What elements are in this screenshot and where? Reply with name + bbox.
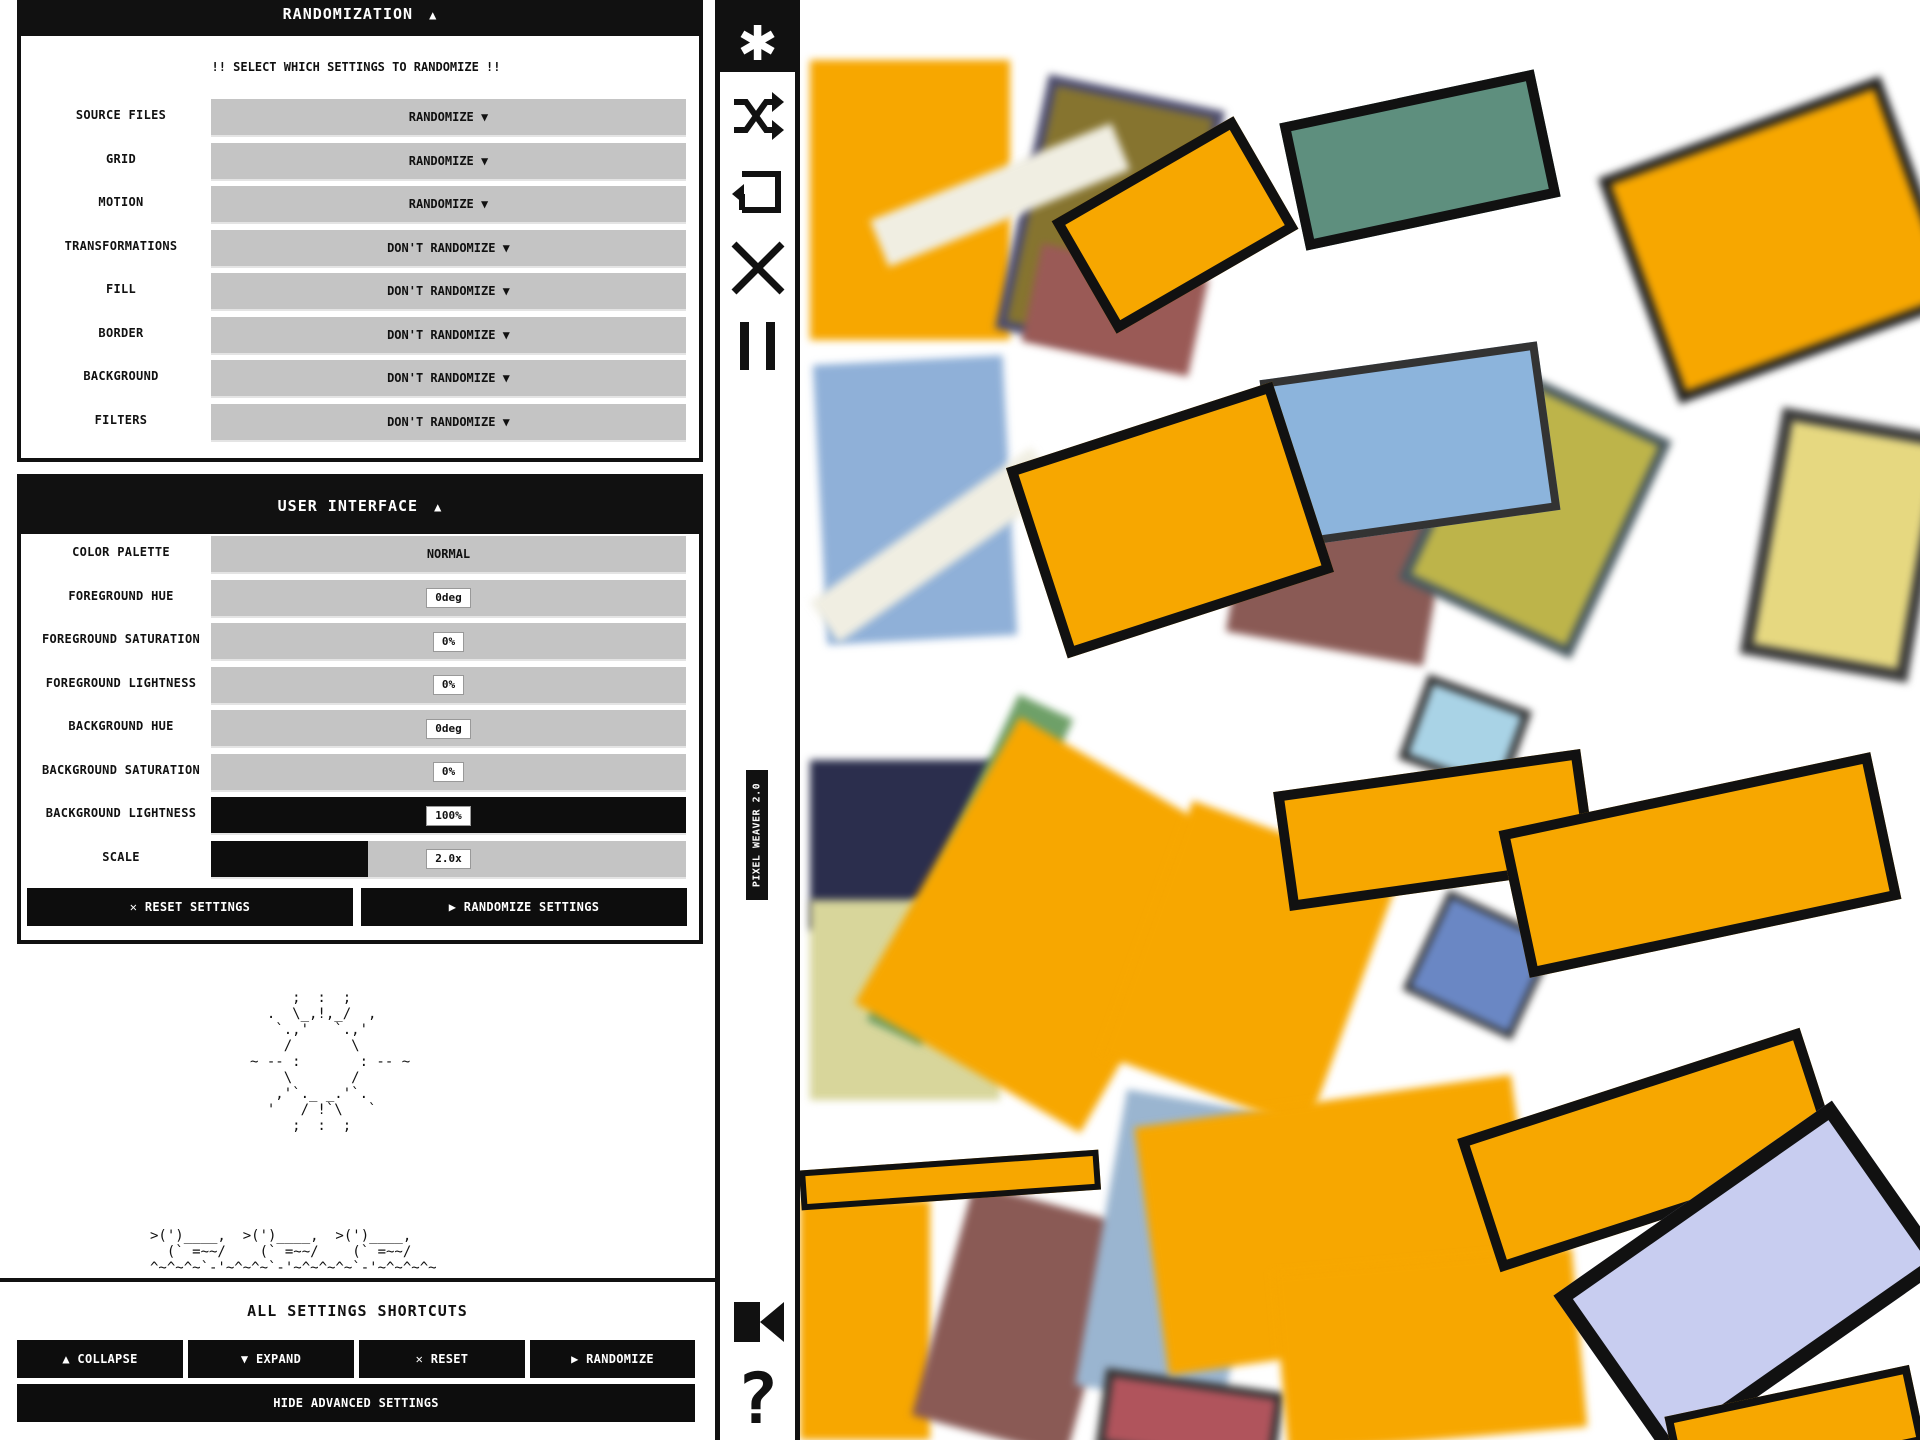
help-icon[interactable]: ?: [720, 1364, 795, 1434]
canvas-shape: [800, 1200, 930, 1440]
user-interface-header[interactable]: USER INTERFACE ▲: [21, 478, 699, 534]
ascii-ducks: >(')____, >(')____, >(')____, (` =~~/ (`…: [150, 1228, 437, 1276]
canvas-shape: [1095, 1367, 1285, 1440]
randomization-row: FILTERS DON'T RANDOMIZE ▼: [21, 402, 691, 442]
ui-slider[interactable]: 0deg: [211, 579, 686, 618]
setting-label: BACKGROUND HUE: [68, 719, 174, 733]
ui-slider[interactable]: 0%: [211, 666, 686, 705]
randomize-dropdown[interactable]: DON'T RANDOMIZE ▼: [211, 360, 686, 398]
canvas-shape: [1272, 1247, 1588, 1440]
randomize-settings-button[interactable]: ▶ RANDOMIZE SETTINGS: [361, 888, 687, 926]
setting-label: BORDER: [98, 325, 144, 340]
setting-label: BACKGROUND: [83, 369, 159, 383]
hide-advanced-settings-button[interactable]: HIDE ADVANCED SETTINGS: [17, 1384, 695, 1422]
randomize-dropdown[interactable]: DON'T RANDOMIZE ▼: [211, 316, 686, 355]
setting-label: MOTION: [98, 195, 144, 209]
ascii-art: ; : ; . \_,!,_/ , `.,' `.,' / \ ~ -- : :…: [0, 990, 715, 1276]
shortcuts-title: ALL SETTINGS SHORTCUTS: [247, 1302, 468, 1320]
setting-label: FOREGROUND HUE: [68, 588, 174, 603]
ui-slider[interactable]: 0%: [211, 623, 686, 661]
ui-setting-row: FOREGROUND SATURATION 0%: [21, 621, 691, 661]
ascii-sun: ; : ; . \_,!,_/ , `.,' `.,' / \ ~ -- : :…: [250, 990, 411, 1134]
randomize-all-button[interactable]: ▶ RANDOMIZE: [530, 1340, 695, 1378]
slider-value: 0deg: [426, 718, 471, 739]
shuffle-icon[interactable]: [720, 88, 795, 144]
randomization-row: TRANSFORMATIONS DON'T RANDOMIZE ▼: [21, 228, 691, 268]
toolbar: ✱ PIXEL WEAVER 2.0 ?: [715, 0, 800, 1440]
background-lightness-slider[interactable]: 100%: [211, 797, 686, 835]
canvas-shape: [1598, 75, 1920, 405]
slider-value: 0deg: [426, 588, 471, 608]
randomization-row: BORDER DON'T RANDOMIZE ▼: [21, 315, 691, 355]
reset-settings-button[interactable]: ✕ RESET SETTINGS: [27, 888, 353, 926]
collapse-all-button[interactable]: ▲ COLLAPSE: [17, 1340, 183, 1378]
setting-label: FOREGROUND SATURATION: [41, 632, 201, 646]
scale-slider-fill: [211, 840, 368, 877]
user-interface-section: USER INTERFACE ▲ COLOR PALETTE NORMAL FORE…: [17, 474, 703, 944]
setting-label: FOREGROUND LIGHTNESS: [45, 675, 197, 690]
randomization-row: SOURCE FILES RANDOMIZE ▼: [21, 97, 691, 137]
randomize-dropdown[interactable]: RANDOMIZE ▼: [211, 99, 686, 137]
color-palette-value: NORMAL: [426, 547, 471, 561]
randomization-row: MOTION RANDOMIZE ▼: [21, 184, 691, 224]
close-icon[interactable]: [720, 238, 795, 298]
collapse-arrow-icon: ▲: [429, 8, 438, 22]
setting-label: BACKGROUND SATURATION: [41, 762, 201, 777]
settings-panel: RANDOMIZATION ▲ !! SELECT WHICH SETTINGS…: [0, 0, 715, 1440]
brand-text: PIXEL WEAVER 2.0: [751, 782, 763, 888]
canvas-shape: [1739, 407, 1920, 683]
reset-all-button[interactable]: ✕ RESET: [359, 1340, 525, 1378]
randomize-dropdown[interactable]: RANDOMIZE ▼: [211, 186, 686, 224]
asterisk-icon[interactable]: ✱: [720, 0, 795, 75]
slider-value: 0%: [432, 762, 465, 782]
animation-canvas[interactable]: [800, 0, 1920, 1440]
shortcuts-bar: ALL SETTINGS SHORTCUTS ▲ COLLAPSE ▼ EXPA…: [0, 1278, 715, 1440]
setting-label: SCALE: [102, 849, 140, 864]
randomization-row: BACKGROUND DON'T RANDOMIZE ▼: [21, 358, 691, 398]
ui-slider[interactable]: 0deg: [211, 710, 686, 748]
ui-setting-row: COLOR PALETTE NORMAL: [21, 534, 691, 574]
setting-label: GRID: [105, 151, 137, 166]
setting-label: FILL: [105, 282, 137, 296]
ui-setting-row: BACKGROUND SATURATION 0%: [21, 752, 691, 792]
randomization-title: RANDOMIZATION: [282, 5, 414, 23]
randomize-dropdown[interactable]: RANDOMIZE ▼: [211, 142, 686, 181]
setting-label: COLOR PALETTE: [72, 545, 170, 559]
ui-setting-row: BACKGROUND LIGHTNESS 100%: [21, 795, 691, 835]
ui-setting-row: FOREGROUND LIGHTNESS 0%: [21, 665, 691, 705]
canvas-shape: [800, 1149, 1102, 1211]
randomization-section: RANDOMIZATION ▲ !! SELECT WHICH SETTINGS…: [17, 0, 703, 462]
slider-value: 0%: [432, 631, 465, 652]
randomize-dropdown[interactable]: DON'T RANDOMIZE ▼: [211, 273, 686, 311]
user-interface-title: USER INTERFACE: [277, 497, 419, 515]
setting-label: FILTERS: [94, 412, 148, 427]
slider-value: 2.0x: [426, 849, 471, 869]
setting-label: TRANSFORMATIONS: [64, 238, 178, 253]
setting-label: SOURCE FILES: [75, 108, 167, 122]
pause-icon[interactable]: [720, 320, 795, 372]
expand-all-button[interactable]: ▼ EXPAND: [188, 1340, 354, 1378]
slider-value: 0%: [432, 675, 465, 695]
randomize-dropdown[interactable]: DON'T RANDOMIZE ▼: [211, 229, 686, 268]
color-palette-select[interactable]: NORMAL: [211, 536, 686, 574]
canvas-shape: [1279, 69, 1561, 251]
randomize-dropdown[interactable]: DON'T RANDOMIZE ▼: [211, 403, 686, 442]
ui-setting-row: BACKGROUND HUE 0deg: [21, 708, 691, 748]
randomization-instruction: !! SELECT WHICH SETTINGS TO RANDOMIZE !!: [211, 60, 501, 74]
setting-label: BACKGROUND LIGHTNESS: [45, 806, 197, 820]
ui-setting-row: FOREGROUND HUE 0deg: [21, 578, 691, 618]
scale-slider[interactable]: 2.0x: [211, 840, 686, 879]
randomization-row: FILL DON'T RANDOMIZE ▼: [21, 271, 691, 311]
loop-icon[interactable]: [720, 162, 795, 222]
randomization-row: GRID RANDOMIZE ▼: [21, 141, 691, 181]
record-icon[interactable]: [720, 1296, 795, 1348]
randomization-header[interactable]: RANDOMIZATION ▲: [21, 0, 699, 36]
collapse-arrow-icon: ▲: [434, 500, 443, 514]
ui-slider[interactable]: 0%: [211, 753, 686, 792]
slider-value: 100%: [426, 805, 471, 826]
ui-setting-row: SCALE 2.0x: [21, 839, 691, 879]
brand-label: PIXEL WEAVER 2.0: [746, 770, 768, 900]
